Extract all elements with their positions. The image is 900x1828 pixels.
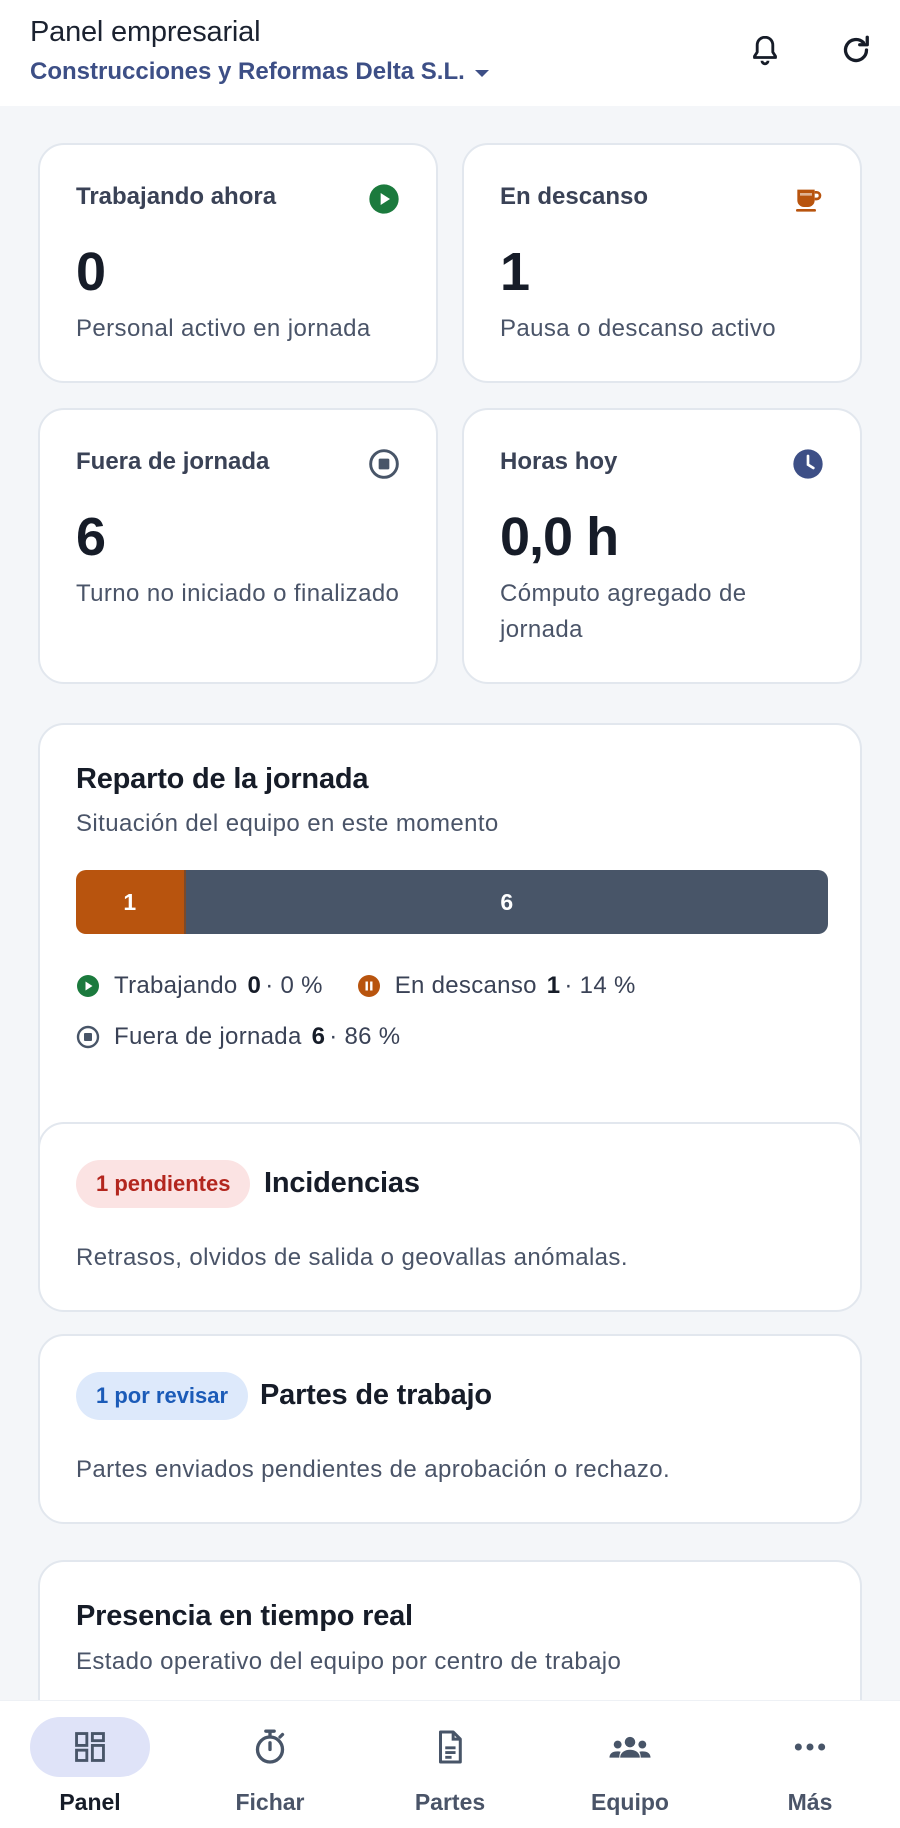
card-description: Retrasos, olvidos de salida o geovallas …: [76, 1244, 628, 1271]
page-title: Panel empresarial: [30, 16, 261, 48]
legend-row: Fuera de jornada 6 · 86 %: [76, 1023, 434, 1051]
refresh-button[interactable]: [834, 28, 878, 72]
stat-card-hours-today[interactable]: Horas hoy 0,0 h Cómputo agregado de jorn…: [462, 408, 862, 684]
presence-card: Presencia en tiempo real Estado operativ…: [38, 1560, 862, 1700]
stat-description: Personal activo en jornada: [76, 315, 371, 342]
stopwatch-icon: [255, 1729, 285, 1764]
stat-label: Fuera de jornada: [76, 448, 270, 475]
stat-label: Trabajando ahora: [76, 183, 277, 210]
bar-segment-break: 1: [76, 870, 184, 934]
nav-label: Equipo: [591, 1789, 669, 1815]
legend-percent: · 14 %: [564, 972, 636, 999]
coffee-cup-icon: [792, 183, 824, 215]
nav-active-indicator: [30, 1717, 150, 1777]
legend-percent: · 0 %: [265, 972, 323, 999]
group-icon: [609, 1736, 651, 1758]
nav-label: Fichar: [235, 1789, 305, 1815]
review-badge: 1 por revisar: [76, 1372, 249, 1420]
dashboard-icon: [75, 1732, 105, 1762]
nav-icon-container: [750, 1717, 870, 1777]
work-reports-card[interactable]: 1 por revisar Partes de trabajo Partes e…: [38, 1334, 862, 1524]
stat-card-off-shift[interactable]: Fuera de jornada 6 Turno no iniciado o f…: [38, 408, 438, 684]
card-description: Partes enviados pendientes de aprobación…: [76, 1456, 671, 1483]
stop-circle-icon: [368, 448, 400, 480]
nav-item-partes[interactable]: Partes: [360, 1701, 540, 1828]
card-title: Incidencias: [264, 1167, 420, 1199]
legend-count: 0: [247, 972, 262, 999]
nav-label: Panel: [59, 1789, 121, 1815]
clock-icon: [792, 448, 824, 480]
legend-label: Trabajando: [114, 972, 238, 999]
app-bar: Panel empresarial Construcciones y Refor…: [0, 0, 900, 106]
nav-icon-container: [570, 1717, 690, 1777]
stat-card-working[interactable]: Trabajando ahora 0 Personal activo en jo…: [38, 143, 438, 383]
more-horizontal-icon: [794, 1743, 826, 1751]
legend-percent: · 86 %: [329, 1023, 401, 1050]
legend-row: Trabajando 0 · 0 % En descanso 1 · 14 %: [76, 972, 670, 1000]
stat-value: 0,0 h: [500, 507, 619, 567]
company-selector[interactable]: Construcciones y Reformas Delta S.L.: [30, 58, 489, 86]
stat-label: En descanso: [500, 183, 649, 210]
stat-card-break[interactable]: En descanso 1 Pausa o descanso activo: [462, 143, 862, 383]
nav-item-fichar[interactable]: Fichar: [180, 1701, 360, 1828]
section-title: Presencia en tiempo real: [76, 1600, 413, 1632]
section-title: Reparto de la jornada: [76, 763, 369, 795]
legend-item-break: En descanso 1 · 14 %: [357, 972, 636, 1000]
stat-value: 1: [500, 242, 530, 302]
legend-label: En descanso: [394, 972, 537, 999]
nav-item-mas[interactable]: Más: [720, 1701, 900, 1828]
pause-circle-icon: [357, 974, 381, 998]
legend-item-off-shift: Fuera de jornada 6 · 86 %: [76, 1023, 400, 1051]
distribution-card: Reparto de la jornada Situación del equi…: [38, 723, 862, 1191]
dashboard-content[interactable]: Trabajando ahora 0 Personal activo en jo…: [0, 106, 900, 1700]
company-name: Construcciones y Reformas Delta S.L.: [30, 58, 465, 85]
stat-description: Cómputo agregado de jornada: [500, 580, 747, 643]
play-circle-icon: [368, 183, 400, 215]
play-circle-icon: [76, 974, 100, 998]
nav-item-panel[interactable]: Panel: [0, 1701, 180, 1828]
document-icon: [438, 1730, 462, 1764]
section-subtitle: Situación del equipo en este momento: [76, 810, 499, 837]
legend-count: 6: [311, 1023, 326, 1050]
stat-value: 0: [76, 242, 106, 302]
stat-description: Pausa o descanso activo: [500, 315, 777, 342]
nav-icon-container: [390, 1717, 510, 1777]
stat-label: Horas hoy: [500, 448, 618, 475]
section-subtitle: Estado operativo del equipo por centro d…: [76, 1648, 622, 1675]
bar-segment-off-shift: 6: [183, 870, 828, 934]
nav-icon-container: [210, 1717, 330, 1777]
notifications-button[interactable]: [743, 28, 787, 72]
bottom-navigation: Panel Fichar Partes Equipo Más: [0, 1700, 900, 1828]
stat-description: Turno no iniciado o finalizado: [76, 580, 400, 607]
legend-label: Fuera de jornada: [114, 1023, 302, 1050]
legend-item-working: Trabajando 0 · 0 %: [76, 972, 323, 1000]
caret-down-icon: [474, 69, 489, 77]
stop-circle-icon: [76, 1025, 100, 1049]
nav-label: Más: [787, 1789, 833, 1815]
stat-value: 6: [76, 507, 106, 567]
card-title: Partes de trabajo: [260, 1379, 492, 1411]
distribution-bar: 1 6: [76, 870, 828, 934]
incidents-card[interactable]: 1 pendientes Incidencias Retrasos, olvid…: [38, 1122, 862, 1312]
bell-icon: [753, 35, 777, 66]
pending-badge: 1 pendientes: [76, 1160, 251, 1208]
refresh-icon: [843, 35, 869, 63]
nav-item-equipo[interactable]: Equipo: [540, 1701, 720, 1828]
legend-count: 1: [546, 972, 561, 999]
nav-label: Partes: [414, 1789, 486, 1815]
